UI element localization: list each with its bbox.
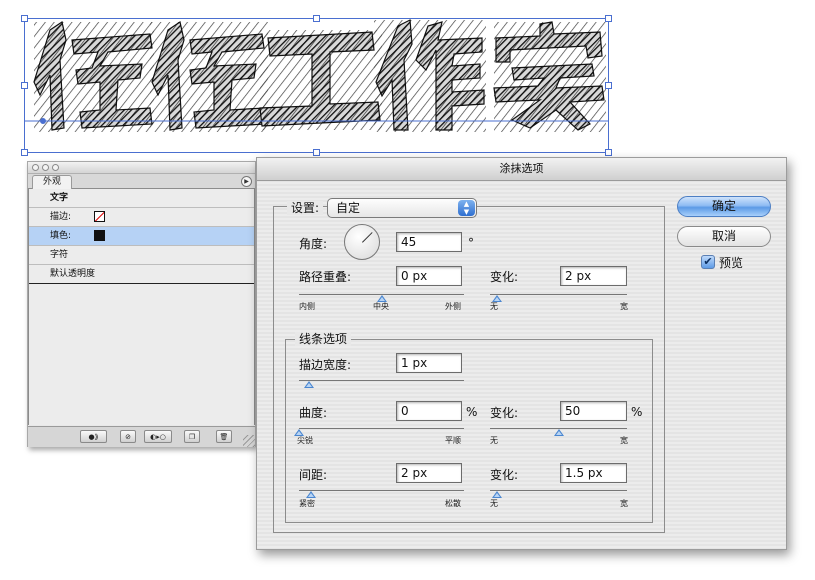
panel-menu-icon[interactable]: ▶ xyxy=(241,176,252,187)
settings-label: 设置: xyxy=(287,201,324,215)
stroke-width-label: 描边宽度: xyxy=(299,358,352,372)
row-label: 填色: xyxy=(50,231,72,241)
new-effect-icon[interactable]: ●⟫ xyxy=(80,430,107,443)
scribble-overstrokes xyxy=(34,20,606,132)
spacing-input[interactable]: 2 px xyxy=(396,463,462,483)
angle-needle xyxy=(362,232,373,243)
row-label: 文字 xyxy=(50,193,69,203)
checkmark-icon: ✔ xyxy=(703,255,713,268)
zoom-button[interactable] xyxy=(52,164,59,171)
tick-label: 无 xyxy=(490,499,498,508)
panel-tab-row: 外观 ▶ xyxy=(28,174,255,189)
curviness-variation-unit: % xyxy=(631,405,643,419)
panel-footer: ●⟫ ⊘ ◐▸○ ❐ 🗑 xyxy=(28,426,255,447)
tick-label: 宽 xyxy=(620,436,628,445)
cancel-button[interactable]: 取消 xyxy=(677,226,771,247)
spacing-variation-input[interactable]: 1.5 px xyxy=(560,463,627,483)
appearance-list: 文字 描边: 填色: 字符 默认透明度 xyxy=(28,189,255,425)
row-label: 默认透明度 xyxy=(50,269,96,279)
preview-label[interactable]: 预览 xyxy=(719,256,743,270)
overlap-variation-slider-thumb[interactable] xyxy=(491,295,502,302)
tick-label: 尖锐 xyxy=(297,436,313,445)
appearance-row-stroke[interactable]: 描边: xyxy=(29,208,254,227)
reduce-basic-icon[interactable]: ◐▸○ xyxy=(144,430,172,443)
tick-label: 无 xyxy=(490,302,498,311)
tick-label: 紧密 xyxy=(299,499,315,508)
stroke-width-slider-thumb[interactable] xyxy=(303,381,314,388)
delete-item-icon[interactable]: 🗑 xyxy=(216,430,232,443)
overlap-variation-input[interactable]: 2 px xyxy=(560,266,627,286)
panel-titlebar[interactable] xyxy=(28,162,255,174)
scribble-artwork[interactable] xyxy=(0,0,815,160)
line-options-title: 线条选项 xyxy=(295,332,352,346)
overlap-variation-slider-track[interactable] xyxy=(490,294,627,295)
angle-label: 角度: xyxy=(299,237,328,251)
curviness-slider-thumb[interactable] xyxy=(294,429,304,436)
tick-label: 平顺 xyxy=(445,436,461,445)
curviness-variation-label: 变化: xyxy=(490,406,519,420)
tick-label: 无 xyxy=(490,436,498,445)
fill-black-swatch-icon[interactable] xyxy=(94,230,105,241)
curviness-unit: % xyxy=(466,405,478,419)
dropdown-arrows-icon: ▲ ▼ xyxy=(458,200,475,216)
tick-label: 内侧 xyxy=(299,302,315,311)
path-overlap-label: 路径重叠: xyxy=(299,270,352,284)
clear-appearance-icon[interactable]: ⊘ xyxy=(120,430,136,443)
tab-appearance[interactable]: 外观 xyxy=(32,175,73,189)
tick-label: 中央 xyxy=(373,302,389,311)
appearance-row-text[interactable]: 文字 xyxy=(29,189,254,208)
spacing-variation-slider-track[interactable] xyxy=(490,490,627,491)
path-overlap-input[interactable]: 0 px xyxy=(396,266,462,286)
ok-button[interactable]: 确定 xyxy=(677,196,771,217)
spacing-label: 间距: xyxy=(299,468,328,482)
row-label: 字符 xyxy=(50,250,69,260)
curviness-input[interactable]: 0 xyxy=(396,401,462,421)
appearance-row-characters[interactable]: 字符 xyxy=(29,246,254,265)
close-button[interactable] xyxy=(32,164,39,171)
resize-grip-icon[interactable] xyxy=(243,435,255,447)
scribble-text-art xyxy=(21,15,612,156)
overlap-variation-label: 变化: xyxy=(490,270,519,284)
settings-value: 自定 xyxy=(336,201,361,215)
curviness-variation-slider-thumb[interactable] xyxy=(553,429,564,436)
duplicate-item-icon[interactable]: ❐ xyxy=(184,430,200,443)
stroke-width-slider-track[interactable] xyxy=(299,380,464,381)
row-label: 描边: xyxy=(50,212,72,222)
angle-dial[interactable] xyxy=(344,224,380,260)
tick-label: 宽 xyxy=(620,302,628,311)
spacing-variation-label: 变化: xyxy=(490,468,519,482)
preview-checkbox[interactable]: ✔ xyxy=(701,255,715,269)
curviness-slider-track[interactable] xyxy=(299,428,464,429)
curviness-variation-input[interactable]: 50 xyxy=(560,401,627,421)
spacing-slider-thumb[interactable] xyxy=(305,491,316,498)
dialog-title[interactable]: 涂抹选项 xyxy=(257,158,786,181)
stroke-none-swatch-icon[interactable] xyxy=(94,211,105,222)
angle-input[interactable]: 45 xyxy=(396,232,462,252)
degree-unit: ° xyxy=(468,236,474,250)
appearance-row-default-transparency[interactable]: 默认透明度 xyxy=(29,265,254,284)
stroke-width-input[interactable]: 1 px xyxy=(396,353,462,373)
spacing-slider-track[interactable] xyxy=(299,490,464,491)
curviness-label: 曲度: xyxy=(299,406,328,420)
tick-label: 松散 xyxy=(445,499,461,508)
appearance-row-fill[interactable]: 填色: xyxy=(29,227,254,246)
settings-dropdown[interactable]: 自定 ▲ ▼ xyxy=(327,198,477,218)
tick-label: 外侧 xyxy=(445,302,461,311)
spacing-variation-slider-thumb[interactable] xyxy=(491,491,502,498)
appearance-panel: 外观 ▶ 文字 描边: 填色: 字符 默认透明度 ●⟫ ⊘ ◐▸○ ❐ 🗑 xyxy=(27,161,256,447)
path-overlap-slider-thumb[interactable] xyxy=(376,295,387,302)
minimize-button[interactable] xyxy=(42,164,49,171)
tick-label: 宽 xyxy=(620,499,628,508)
scribble-options-dialog: 涂抹选项 设置: 自定 ▲ ▼ 角度: 45 ° 路径重叠: 0 px 内侧 中央… xyxy=(256,157,787,550)
